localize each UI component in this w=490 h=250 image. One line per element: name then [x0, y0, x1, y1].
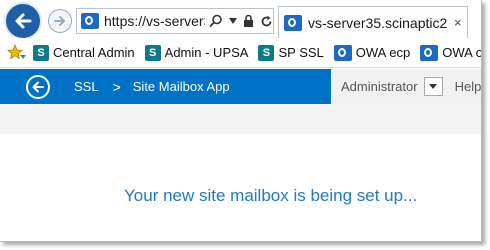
chevron-down-icon	[429, 84, 438, 89]
user-name[interactable]: Administrator	[341, 79, 418, 94]
favorites-star-icon[interactable]	[7, 43, 27, 63]
user-area: Administrator Help	[331, 69, 481, 104]
dropdown-arrow-icon[interactable]	[229, 18, 237, 24]
lock-icon[interactable]	[243, 14, 254, 28]
favorite-owa-owa[interactable]: OWA owa	[420, 44, 481, 61]
browser-tab[interactable]: vs-server35.scinaptic2... ×	[278, 6, 468, 38]
outlook-icon	[420, 44, 439, 61]
browser-forward-button[interactable]	[48, 9, 72, 33]
page-header-band	[0, 104, 481, 134]
favorite-label: SP SSL	[278, 45, 324, 60]
user-menu-dropdown[interactable]	[423, 77, 443, 96]
help-link[interactable]: Help	[455, 79, 481, 94]
arrow-left-icon	[32, 81, 44, 92]
favorite-label: OWA ecp	[355, 45, 411, 60]
browser-toolbar: https://vs-server35.	[0, 0, 481, 40]
favorite-label: OWA owa	[442, 45, 481, 60]
favorite-owa-ecp[interactable]: OWA ecp	[333, 44, 411, 61]
setup-status-message: Your new site mailbox is being set up...	[124, 186, 418, 205]
breadcrumb-separator: >	[112, 78, 121, 95]
browser-window: https://vs-server35.	[0, 0, 482, 242]
arrow-left-icon	[15, 13, 32, 29]
address-url[interactable]: https://vs-server35.	[104, 13, 205, 29]
refresh-icon[interactable]	[260, 15, 273, 28]
close-tab-icon[interactable]: ×	[454, 15, 462, 30]
breadcrumb-ssl-link[interactable]: SSL	[74, 79, 99, 94]
favorite-admin-upsa[interactable]: S Admin - UPSA	[144, 44, 249, 61]
favorites-bar: S Central Admin S Admin - UPSA S SP SSL …	[0, 38, 481, 68]
outlook-icon	[284, 14, 302, 31]
favorite-sp-ssl[interactable]: S SP SSL	[258, 44, 324, 61]
browser-back-button[interactable]	[4, 2, 42, 40]
tab-title[interactable]: vs-server35.scinaptic2...	[308, 15, 448, 31]
app-nav-bar: SSL > Site Mailbox App Administrator Hel…	[0, 69, 481, 104]
favorite-label: Central Admin	[53, 45, 135, 60]
favorite-central-admin[interactable]: S Central Admin	[33, 44, 135, 61]
outlook-icon	[81, 13, 99, 29]
address-bar[interactable]: https://vs-server35.	[76, 8, 274, 34]
favorite-label: Admin - UPSA	[164, 45, 249, 60]
app-back-button[interactable]	[26, 74, 50, 99]
sharepoint-icon: S	[144, 44, 161, 61]
arrow-right-icon	[54, 16, 65, 26]
outlook-icon	[333, 44, 352, 61]
breadcrumb: SSL > Site Mailbox App	[0, 69, 331, 104]
sharepoint-icon: S	[258, 44, 275, 61]
search-icon[interactable]	[209, 14, 223, 28]
sharepoint-icon: S	[33, 44, 49, 61]
breadcrumb-current-page: Site Mailbox App	[132, 79, 230, 94]
